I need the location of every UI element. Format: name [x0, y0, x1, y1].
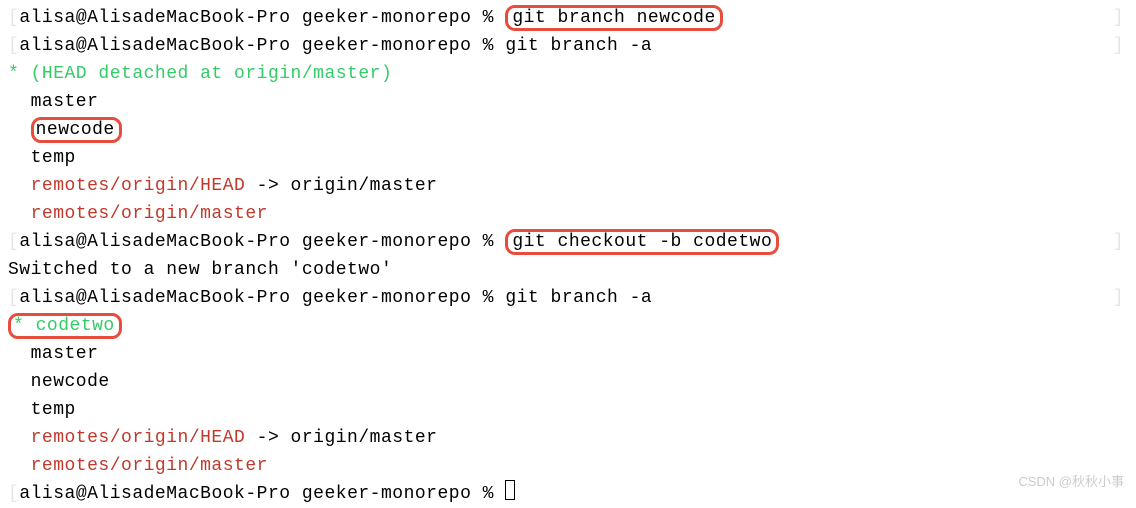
terminal-line-prompt-empty[interactable]: [alisa@AlisadeMacBook-Pro geeker-monorep… [8, 480, 1136, 508]
shell-prompt: alisa@AlisadeMacBook-Pro geeker-monorepo… [19, 484, 494, 504]
branch-temp: temp [8, 144, 1136, 172]
bracket-icon: ] [1113, 284, 1124, 312]
bracket-icon: ] [1113, 4, 1124, 32]
terminal-line-branch-a2: [alisa@AlisadeMacBook-Pro geeker-monorep… [8, 284, 1136, 312]
bracket-icon: [ [8, 232, 19, 252]
current-branch-marker: * [13, 316, 36, 336]
bracket-icon: [ [8, 484, 19, 504]
current-branch-name: codetwo [36, 316, 115, 336]
highlight-newcode-branch: newcode [31, 117, 122, 143]
switched-line: Switched to a new branch 'codetwo' [8, 256, 1136, 284]
remote-head-pointer: remotes/origin/HEAD [8, 428, 245, 448]
branch-temp-2: temp [8, 396, 1136, 424]
branch-newcode-2: newcode [8, 368, 1136, 396]
terminal-line-1: [alisa@AlisadeMacBook-Pro geeker-monorep… [8, 4, 1136, 32]
shell-prompt: alisa@AlisadeMacBook-Pro geeker-monorepo… [19, 288, 494, 308]
highlight-git-checkout-b-codetwo: git checkout -b codetwo [505, 229, 779, 255]
highlight-git-branch-newcode: git branch newcode [505, 5, 722, 31]
watermark: CSDN @秋秋小事 [1018, 468, 1124, 496]
remote-head-line-2: remotes/origin/HEAD -> origin/master [8, 424, 1136, 452]
branch-master: master [8, 88, 1136, 116]
head-detached-line: * (HEAD detached at origin/master) [8, 60, 1136, 88]
shell-prompt: alisa@AlisadeMacBook-Pro geeker-monorepo… [19, 8, 494, 28]
cursor-icon [505, 480, 515, 500]
bracket-icon: ] [1113, 32, 1124, 60]
terminal-line-checkout: [alisa@AlisadeMacBook-Pro geeker-monorep… [8, 228, 1136, 256]
terminal-line-2: [alisa@AlisadeMacBook-Pro geeker-monorep… [8, 32, 1136, 60]
branch-newcode: newcode [8, 116, 1136, 144]
remote-head-target: -> origin/master [245, 428, 437, 448]
branch-master-2: master [8, 340, 1136, 368]
branch-codetwo-current: * codetwo [8, 312, 1136, 340]
remote-master-line: remotes/origin/master [8, 200, 1136, 228]
shell-prompt: alisa@AlisadeMacBook-Pro geeker-monorepo… [19, 36, 494, 56]
command-text: git branch -a [505, 288, 652, 308]
remote-head-target: -> origin/master [245, 176, 437, 196]
highlight-codetwo-branch: * codetwo [8, 313, 122, 339]
bracket-icon: [ [8, 36, 19, 56]
command-text: git branch -a [505, 36, 652, 56]
bracket-icon: ] [1113, 228, 1124, 256]
bracket-icon: [ [8, 288, 19, 308]
shell-prompt: alisa@AlisadeMacBook-Pro geeker-monorepo… [19, 232, 494, 252]
remote-master-line-2: remotes/origin/master [8, 452, 1136, 480]
bracket-icon: [ [8, 8, 19, 28]
remote-head-line: remotes/origin/HEAD -> origin/master [8, 172, 1136, 200]
remote-head-pointer: remotes/origin/HEAD [8, 176, 245, 196]
